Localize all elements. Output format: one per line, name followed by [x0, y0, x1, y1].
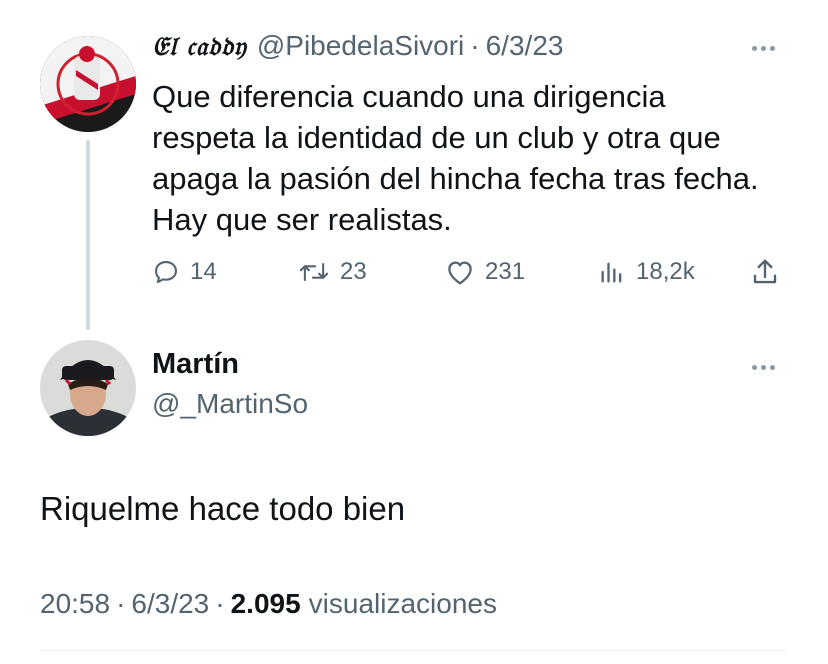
retweet-button[interactable]: 23 [298, 252, 367, 292]
main-tweet-text: Riquelme hace todo bien [40, 490, 406, 527]
views-total: 2.095 [230, 588, 301, 619]
retweet-count: 23 [340, 258, 367, 285]
views-icon [601, 262, 622, 283]
avatar-parent[interactable] [40, 36, 136, 132]
meta-separator: · [116, 588, 126, 619]
parent-text-line: respeta la identidad de un club y otra q… [152, 120, 721, 155]
views-label: visualizaciones [308, 588, 497, 619]
parent-handle[interactable]: @PibedelaSivori [257, 30, 464, 62]
like-count: 231 [485, 258, 526, 285]
like-button[interactable]: 231 [445, 252, 525, 292]
parent-tweet-text: Que diferencia cuando una dirigencia res… [152, 76, 802, 240]
divider [40, 650, 788, 651]
avatar-main[interactable] [40, 340, 136, 436]
parent-text-line: apaga la pasión del hincha fecha tras fe… [152, 161, 759, 196]
views-count: 18,2k [636, 258, 695, 285]
meta-separator: · [215, 588, 225, 619]
main-handle[interactable]: @_MartinSo [152, 388, 308, 420]
main-tweet-meta: 20:58 · 6/3/23 · 2.095 visualizaciones [40, 588, 497, 620]
heart-icon [448, 261, 472, 285]
parent-tweet-header: 𝔈𝔩 𝔠𝔞𝔡𝔡𝔶 @PibedelaSivori · 6/3/23 [152, 30, 563, 70]
reply-count: 14 [190, 258, 217, 285]
more-icon[interactable] [752, 365, 775, 370]
main-display-name[interactable]: Martín [152, 348, 239, 381]
retweet-icon [299, 262, 329, 282]
parent-separator: · [470, 30, 480, 61]
share-icon [753, 259, 777, 284]
tweet-date[interactable]: 6/3/23 [131, 588, 209, 620]
parent-action-bar: 14 23 231 18,2k [152, 252, 802, 292]
parent-date[interactable]: 6/3/23 [486, 30, 564, 62]
parent-text-line: Hay que ser realistas. [152, 202, 452, 237]
parent-display-name[interactable]: 𝔈𝔩 𝔠𝔞𝔡𝔡𝔶 [152, 32, 247, 63]
reply-icon [155, 261, 177, 283]
views-button[interactable]: 18,2k [598, 252, 695, 292]
tweet-time[interactable]: 20:58 [40, 588, 110, 620]
share-button[interactable] [750, 252, 780, 292]
reply-button[interactable]: 14 [152, 252, 217, 292]
parent-text-line: Que diferencia cuando una dirigencia [152, 79, 666, 114]
more-icon[interactable] [752, 46, 775, 51]
thread-line [86, 140, 90, 330]
